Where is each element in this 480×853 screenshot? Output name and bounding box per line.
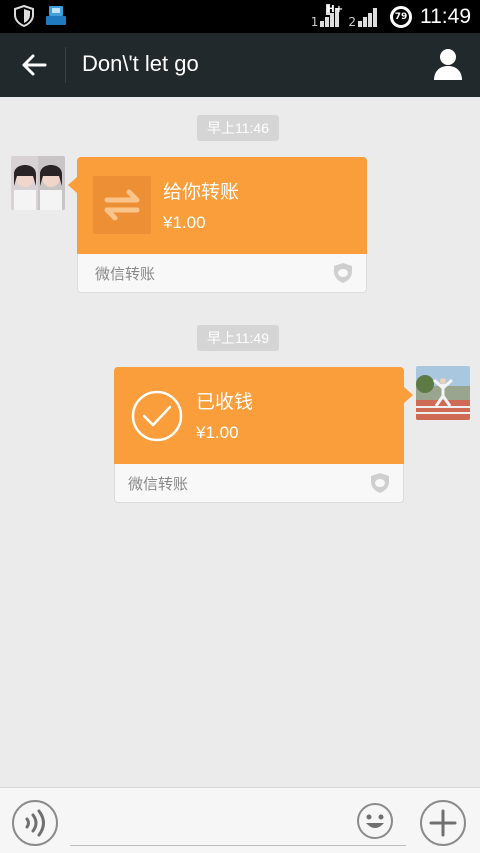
status-time: 11:49 xyxy=(420,4,471,28)
signal-strength-icon: H+ xyxy=(320,3,343,27)
transfer-title: 给你转账 xyxy=(163,181,240,203)
transfer-card[interactable]: 已收钱 ¥1.00 微信转账 xyxy=(114,367,413,503)
check-circle-icon xyxy=(131,390,183,442)
transfer-arrows-icon xyxy=(93,176,151,234)
avatar[interactable] xyxy=(416,366,470,420)
card-footer-label: 微信转账 xyxy=(128,475,189,493)
transfer-card-body: 给你转账 ¥1.00 xyxy=(68,157,367,254)
signal-strength-icon-2 xyxy=(358,7,378,27)
chat-title: Don\'t let go xyxy=(82,51,199,76)
plus-icon xyxy=(429,809,457,837)
network-type-label: H+ xyxy=(326,3,343,15)
transfer-amount: ¥1.00 xyxy=(163,213,206,232)
transfer-card-footer: 微信转账 xyxy=(115,464,403,502)
timestamp: 早上11:46 xyxy=(197,115,279,141)
back-button[interactable] xyxy=(14,45,54,85)
more-button[interactable] xyxy=(420,800,466,846)
arrow-left-icon xyxy=(22,54,47,76)
emoji-button[interactable] xyxy=(356,802,394,840)
voice-button[interactable] xyxy=(12,800,58,846)
battery-icon: 79 xyxy=(390,5,412,28)
bubble-tail xyxy=(68,177,77,193)
input-bar xyxy=(0,787,480,853)
bubble-tail xyxy=(404,387,413,403)
app-notification-icon xyxy=(46,6,66,25)
voice-icon xyxy=(25,809,45,837)
transfer-amount: ¥1.00 xyxy=(196,423,239,442)
chat-area[interactable]: 早上11:46 给你转账 ¥1.00 微信转账 早上11:49 已收钱 ¥1.0… xyxy=(0,97,480,787)
wechat-pay-icon xyxy=(334,263,352,283)
shield-icon xyxy=(14,5,34,27)
transfer-card-footer: 微信转账 xyxy=(78,254,366,292)
wechat-pay-icon xyxy=(371,473,389,493)
emoji-icon xyxy=(357,803,393,839)
status-bar: 1 H+ 2 79 11:49 xyxy=(0,0,480,33)
sim1-label: 1 xyxy=(310,14,319,29)
person-icon[interactable] xyxy=(432,47,464,81)
avatar[interactable] xyxy=(11,156,65,210)
timestamp: 早上11:49 xyxy=(197,325,279,351)
transfer-card-body: 已收钱 ¥1.00 xyxy=(114,367,413,464)
header-divider xyxy=(65,47,66,83)
sim2-label: 2 xyxy=(348,14,356,29)
chat-header: Don\'t let go xyxy=(0,33,480,97)
transfer-title: 已收钱 xyxy=(196,391,254,413)
transfer-card[interactable]: 给你转账 ¥1.00 微信转账 xyxy=(68,157,367,293)
card-footer-label: 微信转账 xyxy=(95,265,156,283)
battery-level: 79 xyxy=(394,11,408,22)
